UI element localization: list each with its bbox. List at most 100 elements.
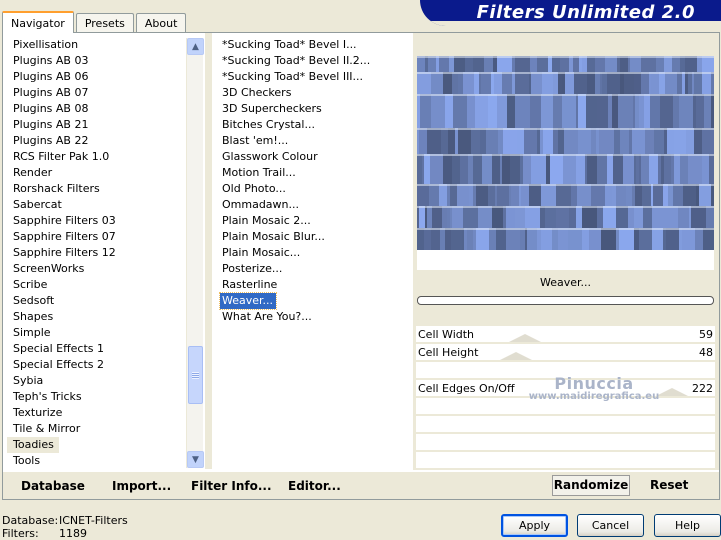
filter-item[interactable]: *Sucking Toad* Bevel III... xyxy=(214,69,410,85)
filter-label: Ommadawn... xyxy=(222,198,300,211)
app-title: Filters Unlimited 2.0 xyxy=(476,2,695,23)
category-scrollbar[interactable]: ▲ ▼ xyxy=(186,38,204,468)
filter-item[interactable]: 3D Checkers xyxy=(214,85,410,101)
category-label: Tile & Mirror xyxy=(13,422,81,435)
category-item[interactable]: Sapphire Filters 12 xyxy=(7,245,204,261)
category-item[interactable]: Texturize xyxy=(7,405,204,421)
status-area: Database:ICNET-Filters Filters: 1189 xyxy=(2,514,128,540)
param-row[interactable]: Cell Edges On/Off 222 xyxy=(416,380,715,397)
category-item[interactable]: Plugins AB 22 xyxy=(7,133,204,149)
scroll-up-button[interactable]: ▲ xyxy=(187,38,204,55)
filter-item[interactable]: What Are You?... xyxy=(214,309,410,325)
category-item[interactable]: Rorshack Filters xyxy=(7,181,204,197)
title-banner: Filters Unlimited 2.0 xyxy=(420,0,721,26)
category-item[interactable]: Scribe xyxy=(7,277,204,293)
filter-label: Old Photo... xyxy=(222,182,286,195)
category-label: Pixellisation xyxy=(13,38,79,51)
category-item[interactable]: Sapphire Filters 07 xyxy=(7,229,204,245)
tab-about[interactable]: About xyxy=(135,13,187,32)
category-item[interactable]: ScreenWorks xyxy=(7,261,204,277)
tab-presets[interactable]: Presets xyxy=(75,13,134,32)
category-item[interactable]: Sapphire Filters 03 xyxy=(7,213,204,229)
category-item[interactable]: Pixellisation xyxy=(7,37,204,53)
category-label: Sybia xyxy=(13,374,44,387)
filter-info-button[interactable]: Filter Info... xyxy=(191,478,272,494)
cancel-button[interactable]: Cancel xyxy=(577,514,644,537)
category-list[interactable]: Pixellisation Plugins AB 03 Plugins AB 06 P… xyxy=(7,37,204,469)
category-label: Rorshack Filters xyxy=(13,182,100,195)
category-item[interactable]: Special Effects 2 xyxy=(7,357,204,373)
category-item[interactable]: Plugins AB 03 xyxy=(7,53,204,69)
filter-item[interactable]: Ommadawn... xyxy=(214,197,410,213)
category-item[interactable]: Plugins AB 06 xyxy=(7,69,204,85)
category-item[interactable]: Tile & Mirror xyxy=(7,421,204,437)
filter-list[interactable]: *Sucking Toad* Bevel I... *Sucking Toad* … xyxy=(214,37,410,469)
category-label: ScreenWorks xyxy=(13,262,85,275)
help-button[interactable]: Help xyxy=(654,514,721,537)
filter-label: *Sucking Toad* Bevel III... xyxy=(222,70,364,83)
filter-label: Plain Mosaic... xyxy=(222,246,301,259)
param-slider-marker[interactable] xyxy=(656,388,689,396)
status-database-label: Database: xyxy=(2,514,59,527)
filter-item[interactable]: Plain Mosaic... xyxy=(214,245,410,261)
category-item[interactable]: Simple xyxy=(7,325,204,341)
filter-item[interactable]: *Sucking Toad* Bevel I... xyxy=(214,37,410,53)
filter-item[interactable]: Glasswork Colour xyxy=(214,149,410,165)
filter-item[interactable]: 3D Supercheckers xyxy=(214,101,410,117)
category-label: Special Effects 1 xyxy=(13,342,105,355)
category-item[interactable]: RCS Filter Pak 1.0 xyxy=(7,149,204,165)
category-item[interactable]: Sabercat xyxy=(7,197,204,213)
randomize-button[interactable]: Randomize xyxy=(552,475,630,496)
param-label: Cell Height xyxy=(418,346,479,359)
filter-item[interactable]: Motion Trail... xyxy=(214,165,410,181)
filter-label: Plain Mosaic Blur... xyxy=(222,230,325,243)
database-button[interactable]: Database xyxy=(21,478,85,494)
category-item[interactable]: Sybia xyxy=(7,373,204,389)
category-label: Toadies xyxy=(7,437,59,453)
category-item[interactable]: Shapes xyxy=(7,309,204,325)
filter-label: *Sucking Toad* Bevel I... xyxy=(222,38,357,51)
category-item[interactable]: Teph's Tricks xyxy=(7,389,204,405)
param-value: 48 xyxy=(699,346,713,359)
tab-navigator[interactable]: Navigator xyxy=(2,11,74,33)
filter-item[interactable]: Rasterline xyxy=(214,277,410,293)
category-item[interactable]: Plugins AB 08 xyxy=(7,101,204,117)
reset-button[interactable]: Reset xyxy=(650,478,688,492)
filter-label: Blast 'em!... xyxy=(222,134,289,147)
category-label: Sabercat xyxy=(13,198,62,211)
category-item[interactable]: Special Effects 1 xyxy=(7,341,204,357)
editor-button[interactable]: Editor... xyxy=(288,478,341,494)
category-item[interactable]: Tools xyxy=(7,453,204,469)
category-item[interactable]: Sedsoft xyxy=(7,293,204,309)
param-value: 59 xyxy=(699,328,713,341)
filter-label: Weaver... xyxy=(218,292,278,310)
filter-item[interactable]: Posterize... xyxy=(214,261,410,277)
import-button[interactable]: Import... xyxy=(112,478,171,494)
scroll-down-button[interactable]: ▼ xyxy=(187,451,204,468)
filter-item[interactable]: Weaver... xyxy=(214,292,410,310)
status-database-value: ICNET-Filters xyxy=(59,514,128,527)
param-slider-marker[interactable] xyxy=(499,352,532,360)
apply-button[interactable]: Apply xyxy=(501,514,568,537)
scroll-thumb[interactable] xyxy=(188,346,203,404)
category-item[interactable]: Plugins AB 21 xyxy=(7,117,204,133)
preview-image xyxy=(417,56,714,250)
param-row[interactable]: Cell Height 48 xyxy=(416,344,715,361)
filter-item[interactable]: Bitches Crystal... xyxy=(214,117,410,133)
filter-item[interactable]: *Sucking Toad* Bevel II.2... xyxy=(214,53,410,69)
category-item[interactable]: Render xyxy=(7,165,204,181)
filter-label: Plain Mosaic 2... xyxy=(222,214,311,227)
filter-item[interactable]: Old Photo... xyxy=(214,181,410,197)
parameters-panel: Cell Width 59 Cell Height 48 Cell Edges On/O… xyxy=(416,326,715,469)
param-slider-marker[interactable] xyxy=(508,334,541,342)
filter-item[interactable]: Plain Mosaic 2... xyxy=(214,213,410,229)
filter-item[interactable]: Plain Mosaic Blur... xyxy=(214,229,410,245)
category-item[interactable]: Plugins AB 07 xyxy=(7,85,204,101)
status-filters-label: Filters: xyxy=(2,527,39,540)
status-filters-value: 1189 xyxy=(59,527,87,540)
filter-item[interactable]: Blast 'em!... xyxy=(214,133,410,149)
category-item[interactable]: Toadies xyxy=(7,437,204,453)
filter-label: 3D Supercheckers xyxy=(222,102,322,115)
param-row[interactable]: Cell Width 59 xyxy=(416,326,715,343)
category-label: Plugins AB 03 xyxy=(13,54,89,67)
